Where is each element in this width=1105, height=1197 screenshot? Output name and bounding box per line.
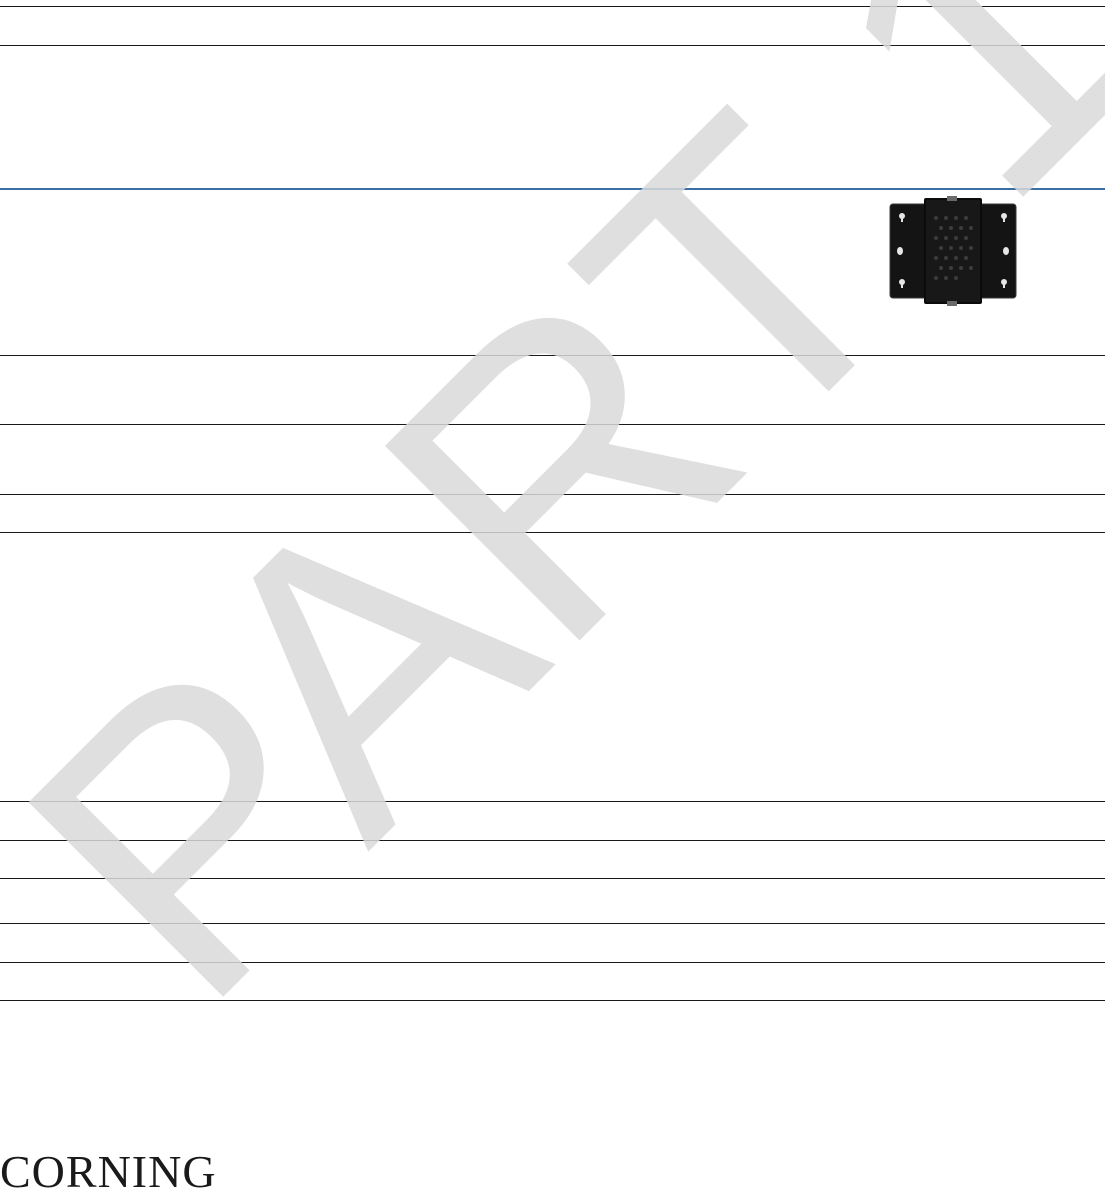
table-rule-7: [0, 801, 1105, 802]
table-rule-5: [0, 494, 1105, 495]
table-rule-11: [0, 962, 1105, 963]
table-rule-8: [0, 840, 1105, 841]
mounting-bracket-image: [889, 196, 1017, 306]
table-rule-2: [0, 45, 1105, 46]
table-rule-10: [0, 923, 1105, 924]
table-rule-6: [0, 532, 1105, 533]
watermark-text: PART 1: [0, 0, 1105, 1080]
corning-logo: CORNING: [0, 1146, 217, 1197]
table-rule-9: [0, 878, 1105, 879]
part-1-watermark: PART 1: [0, 0, 1105, 1080]
table-rule-12: [0, 1000, 1105, 1001]
table-rule-4: [0, 424, 1105, 425]
section-divider: [0, 188, 1105, 190]
table-rule-3: [0, 355, 1105, 356]
table-rule-1: [0, 6, 1105, 7]
